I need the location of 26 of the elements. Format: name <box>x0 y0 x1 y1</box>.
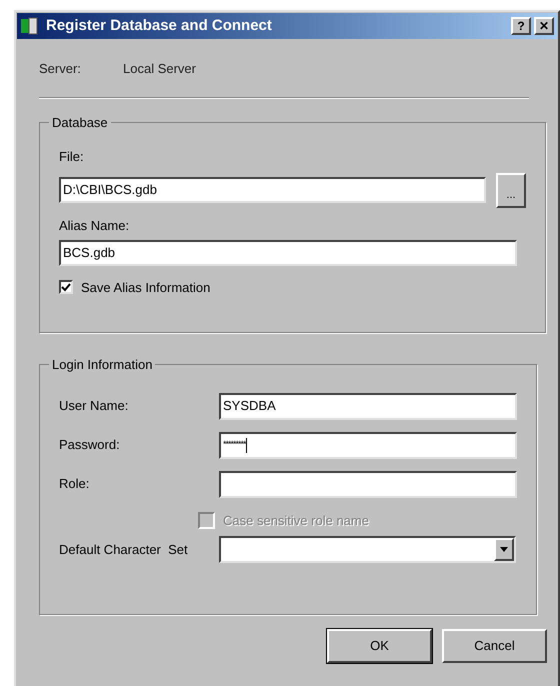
checkbox[interactable] <box>59 280 73 294</box>
password-field[interactable]: ********* <box>219 432 517 458</box>
text-field[interactable] <box>219 470 517 498</box>
field-label: Alias Name: <box>59 216 130 234</box>
checkbox-label: Case sensitive role name <box>223 512 369 530</box>
server-label: Server: <box>39 60 82 78</box>
window-title: Register Database and Connect <box>46 16 272 36</box>
field-label: File: <box>59 148 85 164</box>
cancel-button[interactable]: Cancel <box>442 629 547 663</box>
charset-dropdown[interactable] <box>219 536 516 563</box>
group-title: Database <box>51 114 109 132</box>
ok-button[interactable]: OK <box>327 629 432 663</box>
field-label: Role: <box>59 475 90 494</box>
close-button[interactable]: ✕ <box>534 17 554 35</box>
browse-button[interactable]: ... <box>496 172 526 208</box>
field-label: User Name: <box>59 397 130 416</box>
app-icon <box>20 16 40 36</box>
group-title: Login Information <box>51 356 154 374</box>
field-label: Default Character Set <box>59 540 189 559</box>
help-button[interactable]: ? <box>511 17 531 35</box>
field-label: Password: <box>59 436 121 454</box>
server-value: Local Server <box>123 60 196 78</box>
file-field[interactable]: D:\CBI\BCS.gdb <box>59 177 486 203</box>
alias-field[interactable]: BCS.gdb <box>59 240 517 266</box>
text-field[interactable]: SYSDBA <box>219 392 517 420</box>
checkbox-label: Save Alias Information <box>81 278 210 296</box>
